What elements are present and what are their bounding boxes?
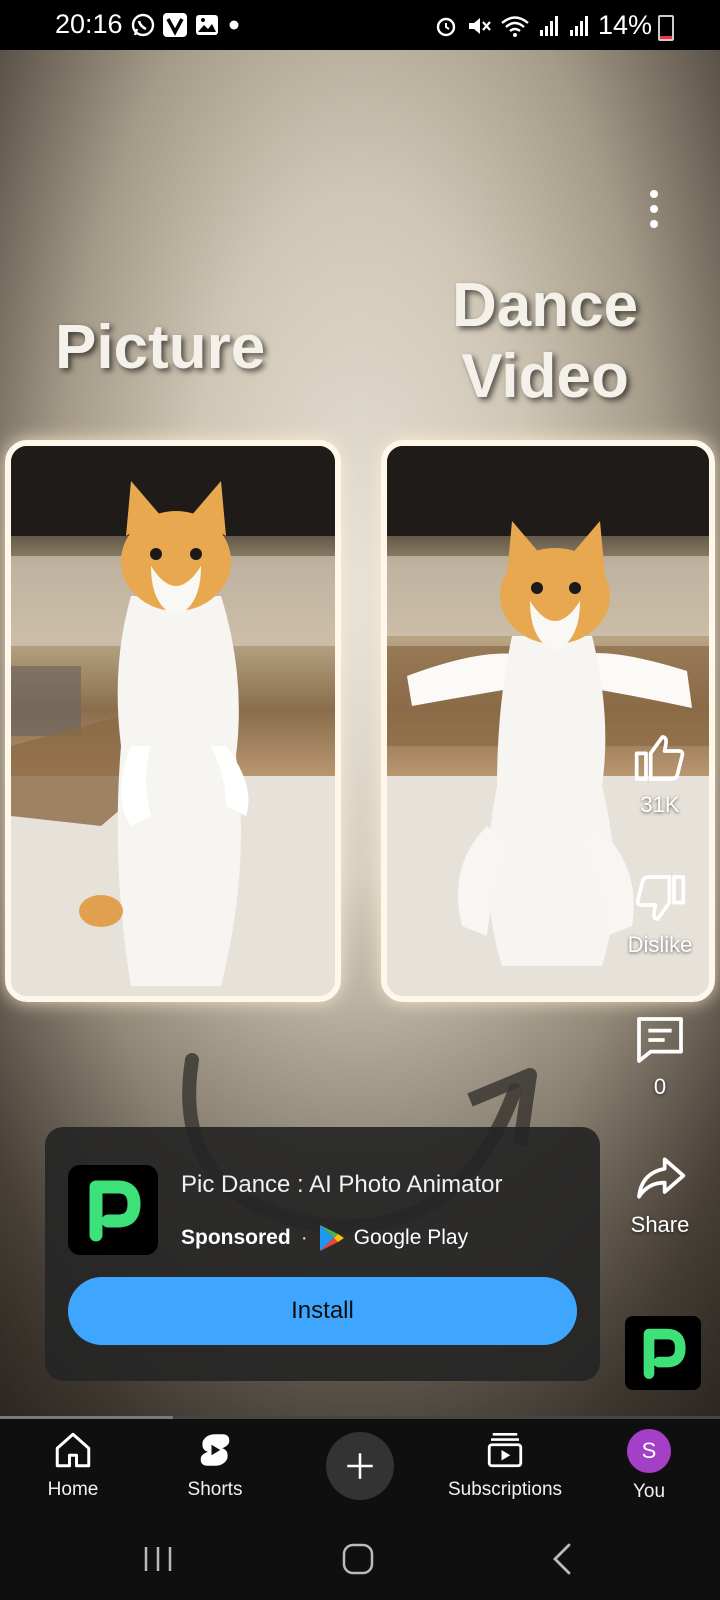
mute-icon xyxy=(468,17,491,34)
google-play-label: Google Play xyxy=(353,1226,469,1249)
app-logo xyxy=(68,1165,158,1255)
like-count: 31K xyxy=(640,792,680,817)
dot-icon xyxy=(229,20,239,30)
dislike-label: Dislike xyxy=(627,932,693,957)
nav-you-label: You xyxy=(632,1481,666,1502)
subscriptions-icon xyxy=(487,1432,523,1468)
create-button[interactable] xyxy=(326,1432,394,1500)
battery-percent: 14% xyxy=(597,10,652,40)
battery-icon xyxy=(658,15,674,41)
home-icon xyxy=(55,1432,91,1468)
nav-home[interactable]: Home xyxy=(38,1429,108,1501)
sponsored-label: Sponsored xyxy=(181,1226,291,1249)
nav-subscriptions-label: Subscriptions xyxy=(447,1479,563,1500)
nav-subscriptions[interactable]: Subscriptions xyxy=(440,1429,570,1501)
ad-app-title: Pic Dance : AI Photo Animator xyxy=(181,1171,503,1198)
nav-you[interactable]: S You xyxy=(614,1429,684,1503)
whatsapp-icon xyxy=(131,13,155,37)
nav-shorts-label: Shorts xyxy=(187,1479,243,1500)
recent-apps-icon[interactable] xyxy=(140,1541,176,1577)
like-button[interactable]: 31K xyxy=(610,730,710,818)
bottom-navigation: Home Shorts Subscriptions S You xyxy=(0,1419,720,1519)
signal-icon xyxy=(539,15,558,36)
home-system-icon[interactable] xyxy=(340,1541,376,1577)
video-caption-picture: Picture xyxy=(55,313,266,382)
nav-home-label: Home xyxy=(47,1479,99,1500)
plus-icon xyxy=(347,1453,373,1479)
pic-dance-logo-icon xyxy=(89,1180,141,1242)
pic-dance-logo-icon xyxy=(643,1328,686,1379)
system-navigation-bar xyxy=(0,1519,720,1600)
ad-card[interactable]: Pic Dance : AI Photo Animator Sponsored … xyxy=(45,1127,600,1381)
avatar: S xyxy=(627,1429,671,1473)
thumbs-up-icon xyxy=(634,735,685,781)
nav-shorts[interactable]: Shorts xyxy=(180,1429,250,1501)
share-button[interactable]: Share xyxy=(610,1150,710,1238)
picture-panel xyxy=(5,440,341,1002)
comment-icon xyxy=(637,1017,683,1063)
back-icon[interactable] xyxy=(545,1541,581,1577)
app-thumbnail[interactable] xyxy=(625,1316,701,1390)
more-vert-icon[interactable] xyxy=(650,190,660,235)
install-button[interactable]: Install xyxy=(68,1277,577,1345)
ad-subtitle: Sponsored · Google Play xyxy=(181,1223,468,1253)
google-play-icon xyxy=(319,1225,344,1251)
dislike-button[interactable]: Dislike xyxy=(610,870,710,958)
comment-count: 0 xyxy=(653,1074,667,1099)
gallery-icon xyxy=(196,15,218,35)
caption-line-2: Video xyxy=(461,342,629,412)
signal-icon xyxy=(569,15,588,36)
v-app-icon xyxy=(163,13,187,37)
google-play-badge: Google Play xyxy=(318,1223,468,1253)
caption-line-1: Dance xyxy=(452,271,639,340)
video-caption-dance-video: Dance Video xyxy=(452,270,638,413)
share-icon xyxy=(637,1157,686,1199)
status-time: 20:16 xyxy=(55,9,123,39)
share-label: Share xyxy=(630,1212,690,1237)
wifi-icon xyxy=(501,15,529,37)
thumbs-down-icon xyxy=(635,875,686,921)
shorts-icon xyxy=(200,1434,230,1466)
separator-dot: · xyxy=(300,1226,308,1249)
cat-standing-image xyxy=(11,446,335,996)
comments-button[interactable]: 0 xyxy=(610,1012,710,1100)
status-bar: 20:16 14% xyxy=(0,0,720,50)
shorts-video[interactable]: Picture Dance Video 31K Dislike 0 Share … xyxy=(0,50,720,1420)
alarm-icon xyxy=(436,17,456,36)
